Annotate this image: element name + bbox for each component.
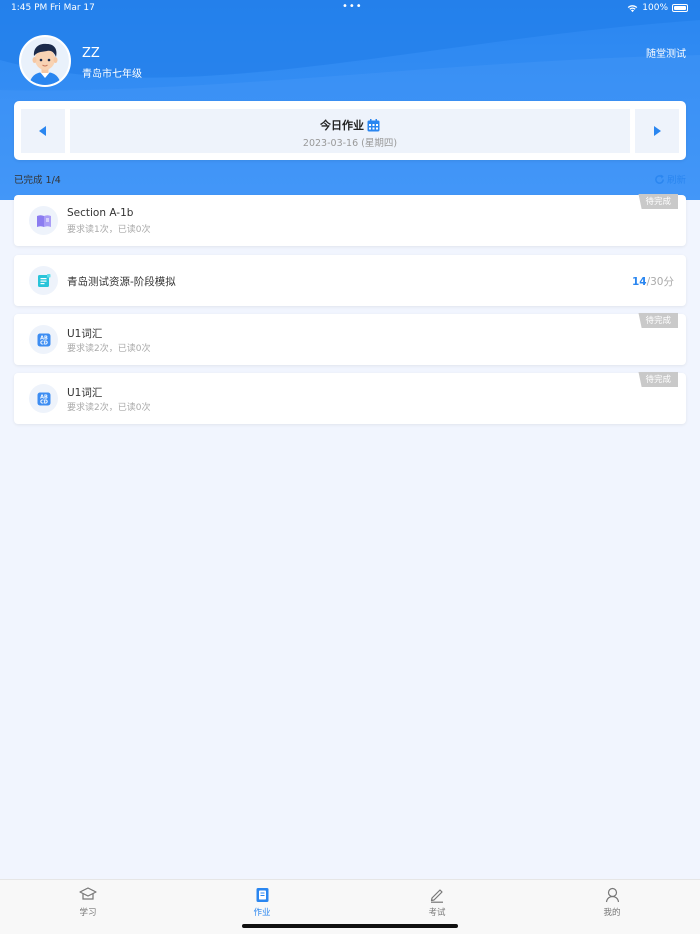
date-nav-card: 今日作业 2023-03-16 (星期四) (14, 101, 686, 160)
task-title: 青岛测试资源-阶段模拟 (67, 276, 176, 288)
battery-percent: 100% (642, 3, 668, 13)
header-background (0, 0, 700, 200)
task-card[interactable]: AB CD U1词汇 要求读2次，已读0次 待完成 (14, 372, 686, 424)
status-badge: 待完成 (638, 194, 678, 209)
date-subtitle: 2023-03-16 (星期四) (302, 138, 398, 149)
prev-day-button[interactable] (21, 109, 65, 153)
refresh-icon (655, 174, 664, 184)
status-badge: 待完成 (638, 313, 678, 328)
battery-icon (672, 4, 688, 12)
status-badge: 待完成 (638, 372, 678, 387)
tab-study[interactable]: 学习 (58, 886, 118, 918)
progress-label: 已完成 1/4 (14, 175, 61, 186)
task-subtitle: 要求读1次，已读0次 (67, 225, 151, 235)
caret-right-icon (654, 126, 661, 136)
status-date: Fri Mar 17 (50, 3, 95, 13)
tab-label: 学习 (79, 908, 97, 918)
graduation-cap-icon (79, 887, 97, 900)
date-display[interactable]: 今日作业 2023-03-16 (星期四) (70, 109, 630, 153)
user-icon (605, 887, 619, 902)
user-class: 青岛市七年级 (82, 69, 142, 80)
abcd-vocab-icon: AB CD (29, 384, 58, 413)
abcd-vocab-icon: AB CD (29, 325, 58, 354)
date-title: 今日作业 (320, 119, 364, 132)
tab-label: 考试 (428, 908, 446, 918)
tab-label: 我的 (603, 908, 621, 918)
task-subtitle: 要求读2次，已读0次 (67, 344, 151, 354)
quiz-link[interactable]: 随堂测试 (646, 45, 686, 60)
task-card[interactable]: 青岛测试资源-阶段模拟 14/30分 (14, 255, 686, 306)
refresh-label: 刷新 (666, 175, 686, 186)
status-bar: 1:45 PM Fri Mar 17 ••• 100% (0, 0, 700, 18)
avatar[interactable] (19, 35, 71, 87)
svg-text:CD: CD (40, 340, 48, 346)
progress-row: 已完成 1/4 刷新 (14, 172, 686, 186)
book-icon (29, 206, 58, 235)
calendar-icon[interactable] (367, 118, 380, 132)
task-title: Section A-1b (67, 207, 134, 219)
caret-left-icon (39, 126, 46, 136)
exam-paper-icon (29, 266, 58, 295)
task-subtitle: 要求读2次，已读0次 (67, 403, 151, 413)
score-value: 14 (631, 276, 647, 288)
tab-mine[interactable]: 我的 (582, 886, 642, 918)
user-name: ZZ (82, 46, 100, 61)
notebook-icon (256, 887, 268, 902)
status-time: 1:45 PM (11, 3, 48, 13)
status-right: 100% (627, 3, 688, 13)
wifi-icon (627, 4, 638, 12)
next-day-button[interactable] (635, 109, 679, 153)
task-title: U1词汇 (67, 387, 103, 399)
pencil-icon (430, 888, 443, 903)
task-title: U1词汇 (67, 328, 103, 340)
refresh-button[interactable]: 刷新 (654, 172, 686, 186)
tab-label: 作业 (253, 908, 271, 918)
task-score: 14/30分 (632, 274, 674, 289)
task-card[interactable]: AB CD U1词汇 要求读2次，已读0次 待完成 (14, 313, 686, 365)
task-card[interactable]: Section A-1b 要求读1次，已读0次 待完成 (14, 194, 686, 246)
tab-homework[interactable]: 作业 (232, 886, 292, 918)
home-indicator[interactable] (242, 924, 458, 928)
svg-text:CD: CD (40, 399, 48, 405)
score-total: /30分 (646, 276, 674, 288)
multitask-dots-icon[interactable]: ••• (342, 1, 363, 12)
tab-exam[interactable]: 考试 (407, 886, 467, 918)
